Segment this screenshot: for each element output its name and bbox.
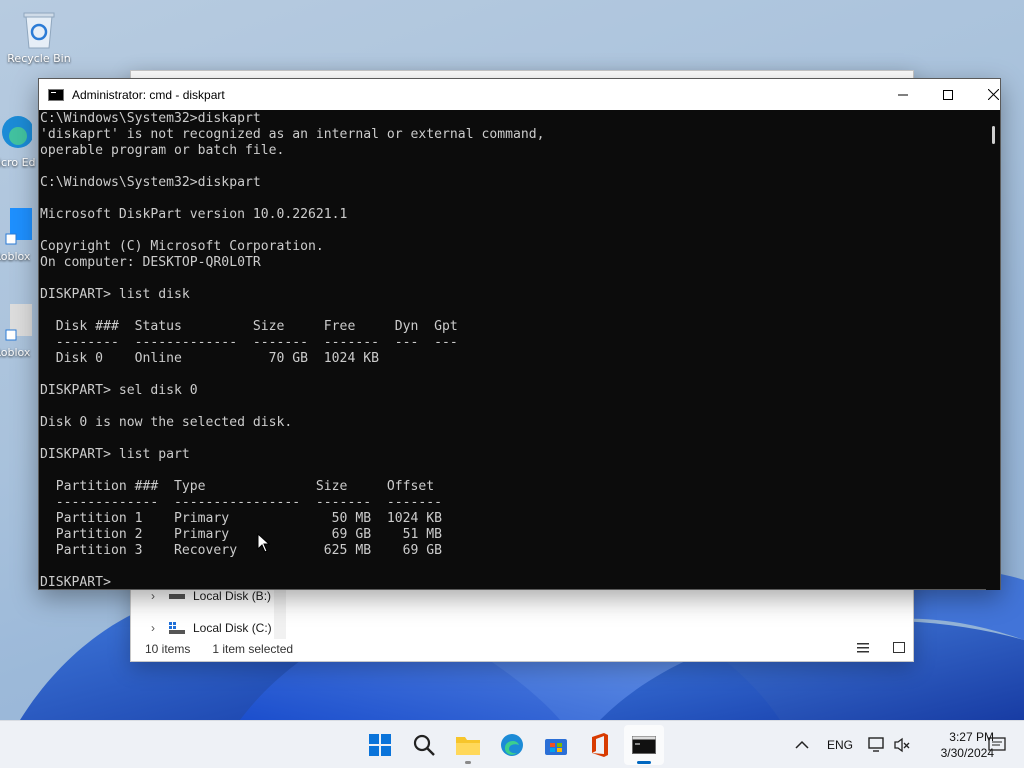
recycle-bin-icon	[19, 8, 59, 49]
cmd-taskbar-button[interactable]	[624, 725, 664, 765]
network-icon	[868, 737, 884, 752]
edge-icon	[0, 112, 34, 152]
desktop-icon-label: Roblox	[0, 346, 31, 359]
console-output[interactable]: C:\Windows\System32>diskaprt 'diskaprt' …	[39, 110, 999, 590]
roblox-icon	[0, 206, 32, 246]
item-count: 10 items	[145, 642, 191, 656]
store-button[interactable]	[536, 725, 576, 765]
chevron-right-icon[interactable]: ›	[143, 589, 163, 603]
windows-logo-icon	[369, 734, 391, 756]
tree-item-label: Local Disk (B:)	[193, 589, 272, 603]
file-explorer-button[interactable]	[448, 725, 488, 765]
volume-button[interactable]	[893, 721, 911, 768]
taskbar: ENG 3:27 PM 3/30/2024	[0, 720, 1024, 768]
close-button[interactable]	[970, 79, 1016, 110]
tree-scrollbar[interactable]	[274, 589, 286, 639]
cmd-window[interactable]: Administrator: cmd - diskpart C:\Windows…	[38, 78, 1001, 590]
clock-time: 3:27 PM	[949, 730, 994, 744]
edge-icon	[501, 734, 523, 756]
network-button[interactable]	[868, 721, 886, 768]
desktop-icon-label: Roblox	[0, 250, 31, 263]
desktop-icon-roblox-2[interactable]: Roblox	[0, 302, 38, 359]
volume-muted-icon	[894, 737, 910, 753]
office-button[interactable]	[580, 725, 620, 765]
chevron-up-icon	[795, 740, 809, 749]
status-bar: 10 items 1 item selected	[131, 637, 913, 661]
desktop-icon-edge[interactable]: Micro Ed	[0, 112, 38, 169]
cmd-icon	[48, 88, 64, 101]
desktop-icon-label: Micro Ed	[0, 156, 36, 169]
console-text: C:\Windows\System32>diskaprt 'diskaprt' …	[40, 111, 545, 590]
chevron-right-icon[interactable]: ›	[143, 621, 163, 635]
tiles-view-icon[interactable]	[893, 642, 905, 656]
search-icon	[413, 734, 435, 756]
scrollbar-thumb[interactable]	[992, 126, 995, 144]
desktop-icon-roblox-1[interactable]: Roblox	[0, 206, 38, 263]
selected-count: 1 item selected	[212, 642, 294, 656]
minimize-icon	[898, 94, 908, 95]
folder-icon	[456, 737, 480, 755]
maximize-button[interactable]	[925, 79, 971, 110]
search-button[interactable]	[404, 725, 444, 765]
office-icon	[592, 733, 608, 757]
clock[interactable]: 3:27 PM 3/30/2024	[918, 729, 994, 761]
show-hidden-icons-button[interactable]	[795, 721, 809, 768]
desktop-icon-recycle-bin[interactable]: Recycle Bin	[0, 8, 78, 65]
window-title: Administrator: cmd - diskpart	[72, 87, 225, 102]
start-button[interactable]	[360, 725, 400, 765]
roblox-studio-icon	[0, 302, 32, 342]
windows-drive-icon	[169, 622, 187, 634]
terminal-icon	[632, 736, 656, 754]
minimize-button[interactable]	[880, 79, 926, 110]
clock-date: 3/30/2024	[940, 746, 994, 760]
language-label: ENG	[827, 738, 854, 752]
details-view-icon[interactable]	[857, 642, 869, 656]
close-icon	[987, 89, 999, 100]
store-icon	[545, 739, 567, 755]
desktop-icon-label: Recycle Bin	[7, 52, 71, 65]
notifications-button[interactable]	[988, 721, 1006, 768]
edge-button[interactable]	[492, 725, 532, 765]
maximize-icon	[943, 89, 953, 100]
tree-item-label: Local Disk (C:)	[193, 621, 272, 635]
drive-icon	[169, 590, 187, 602]
input-language-button[interactable]: ENG	[827, 721, 853, 768]
title-bar[interactable]: Administrator: cmd - diskpart	[39, 79, 1000, 110]
mouse-cursor-icon	[257, 532, 271, 557]
notification-icon	[988, 737, 1006, 751]
console-scrollbar[interactable]	[986, 110, 1000, 590]
